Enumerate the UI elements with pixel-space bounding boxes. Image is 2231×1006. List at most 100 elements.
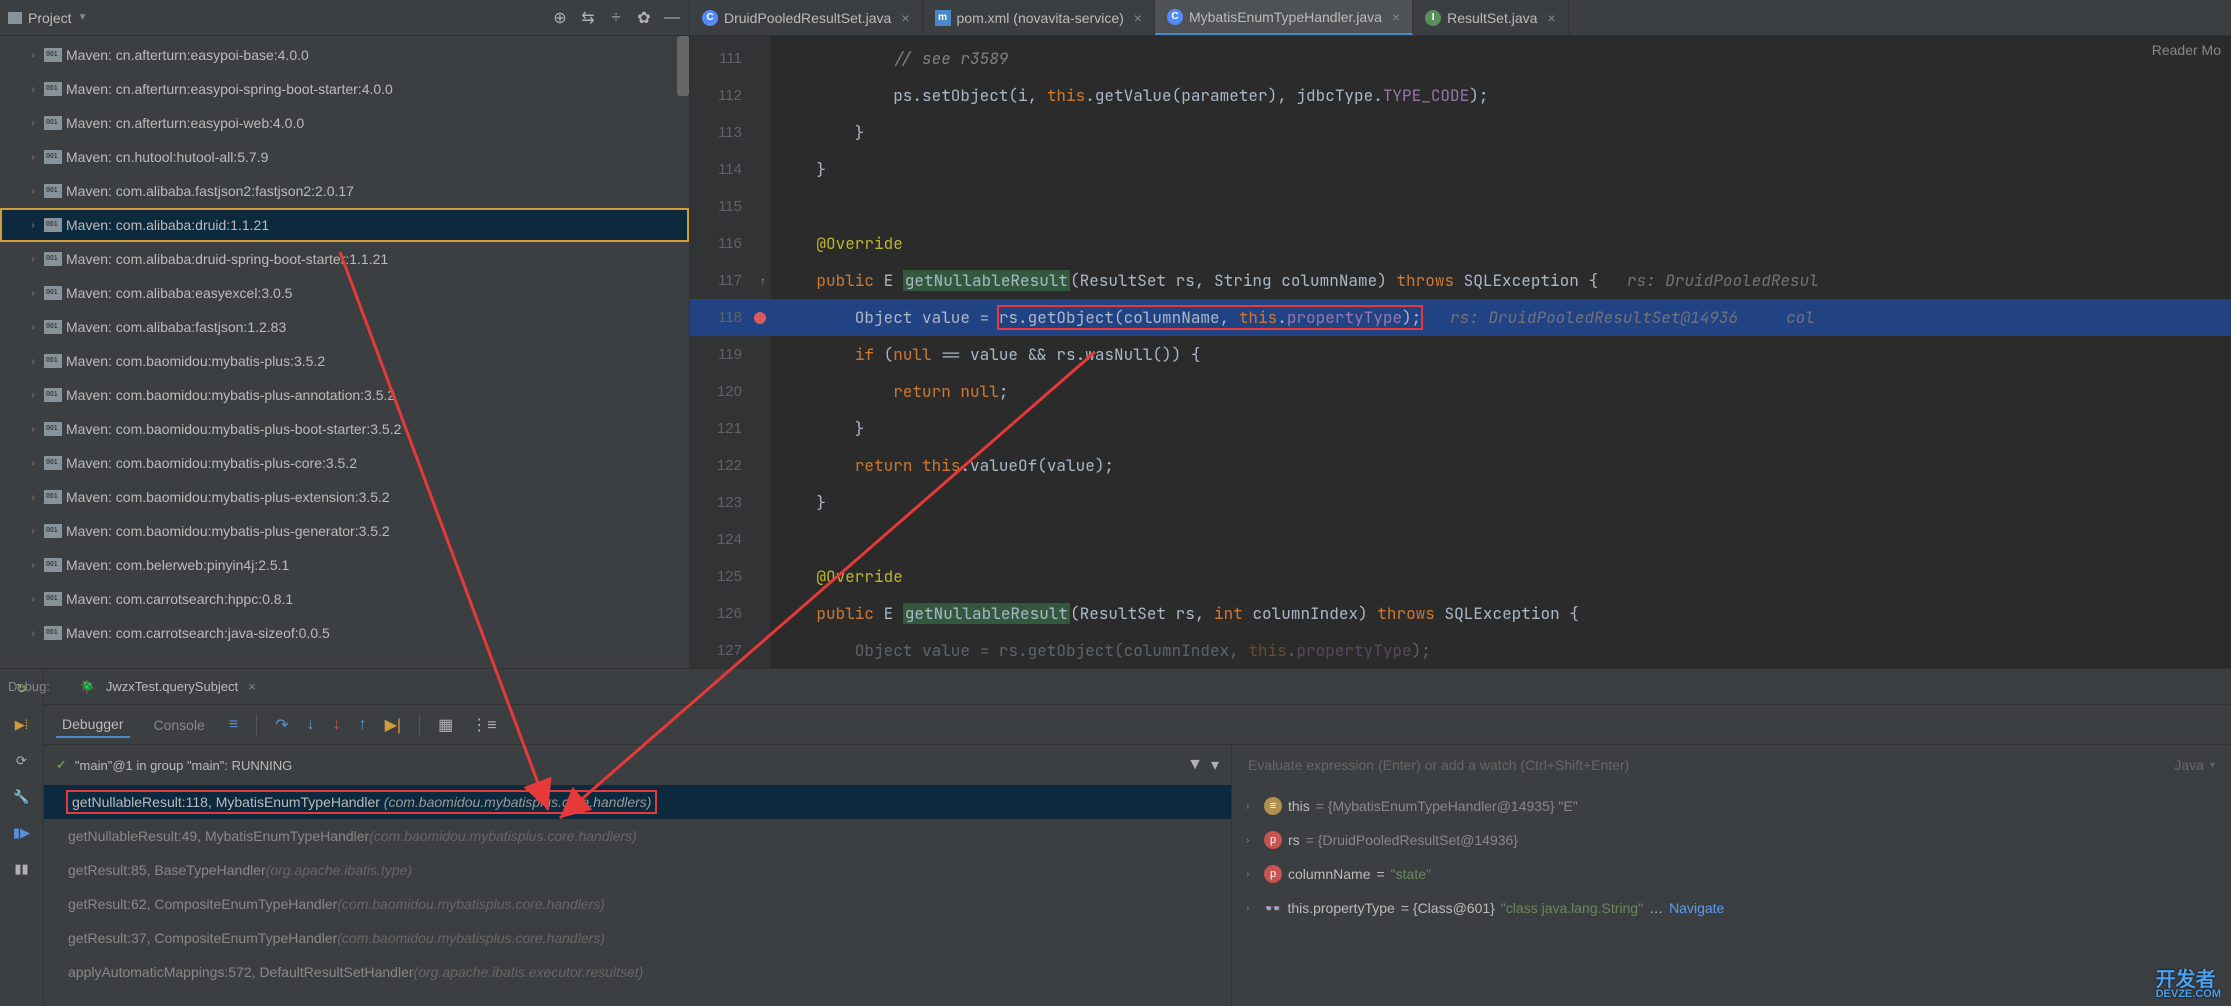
code-line[interactable]: if (null == value && rs.wasNull()) { xyxy=(770,336,2231,373)
resume-icon[interactable]: ⟳ xyxy=(12,751,32,771)
tree-item[interactable]: ›Maven: cn.afterturn:easypoi-base:4.0.0 xyxy=(0,38,689,72)
project-title[interactable]: Project ▼ xyxy=(8,10,87,26)
settings-icon[interactable]: ✿ xyxy=(635,9,653,27)
line-number[interactable]: 122 xyxy=(690,447,770,484)
chevron-right-icon[interactable]: › xyxy=(1246,903,1258,914)
filter-icon[interactable]: ▼ xyxy=(1187,756,1203,774)
tree-item[interactable]: ›Maven: com.baomidou:mybatis-plus:3.5.2 xyxy=(0,344,689,378)
tree-item[interactable]: ›Maven: com.baomidou:mybatis-plus-genera… xyxy=(0,514,689,548)
code-line[interactable]: // see r3589 xyxy=(770,40,2231,77)
run-to-cursor-icon[interactable]: ▶| xyxy=(385,715,401,735)
code-line[interactable]: @Override xyxy=(770,225,2231,262)
dropdown-icon[interactable]: ▾ xyxy=(1211,755,1219,775)
line-number[interactable]: 120 xyxy=(690,373,770,410)
override-marker-icon[interactable]: ↑ xyxy=(760,274,766,288)
close-icon[interactable]: × xyxy=(1547,10,1555,26)
line-number[interactable]: 119 xyxy=(690,336,770,373)
code-line[interactable]: } xyxy=(770,114,2231,151)
line-number[interactable]: 115 xyxy=(690,188,770,225)
tree-item[interactable]: ›Maven: com.carrotsearch:java-sizeof:0.0… xyxy=(0,616,689,650)
line-number[interactable]: 114 xyxy=(690,151,770,188)
debug-session-name[interactable]: JwzxTest.querySubject xyxy=(106,679,238,694)
variable-row[interactable]: ›👓this.propertyType = {Class@601} "class… xyxy=(1232,891,2231,925)
code-line[interactable] xyxy=(770,521,2231,558)
code-line[interactable]: return null; xyxy=(770,373,2231,410)
chevron-right-icon[interactable]: › xyxy=(1246,801,1258,812)
tree-item[interactable]: ›Maven: com.alibaba.fastjson2:fastjson2:… xyxy=(0,174,689,208)
locate-icon[interactable]: ⊕ xyxy=(551,9,569,27)
line-number[interactable]: 124 xyxy=(690,521,770,558)
stack-frame[interactable]: getNullableResult:118, MybatisEnumTypeHa… xyxy=(44,785,1231,819)
code-line[interactable]: Object value = rs.getObject(columnIndex,… xyxy=(770,632,2231,668)
tree-item[interactable]: ›Maven: com.baomidou:mybatis-plus-core:3… xyxy=(0,446,689,480)
collapse-icon[interactable]: ÷ xyxy=(607,9,625,27)
expand-icon[interactable]: ⇆ xyxy=(579,9,597,27)
force-step-into-icon[interactable]: ↓ xyxy=(333,716,341,734)
stack-frame[interactable]: getResult:37, CompositeEnumTypeHandler (… xyxy=(44,921,1231,955)
editor-tab[interactable]: CDruidPooledResultSet.java× xyxy=(690,0,923,35)
modify-run-icon[interactable]: ▶⁞ xyxy=(12,715,32,735)
tree-item[interactable]: ›Maven: com.alibaba:druid-spring-boot-st… xyxy=(0,242,689,276)
tree-item[interactable]: ›Maven: com.baomidou:mybatis-plus-extens… xyxy=(0,480,689,514)
thread-label[interactable]: "main"@1 in group "main": RUNNING xyxy=(75,758,292,773)
line-number[interactable]: 116 xyxy=(690,225,770,262)
variable-row[interactable]: ›≡this = {MybatisEnumTypeHandler@14935} … xyxy=(1232,789,2231,823)
code-line[interactable]: Object value = rs.getObject(columnName, … xyxy=(770,299,2231,336)
editor-tab[interactable]: mpom.xml (novavita-service)× xyxy=(923,0,1155,35)
chevron-right-icon[interactable]: › xyxy=(1246,869,1258,880)
code-line[interactable]: } xyxy=(770,484,2231,521)
frames-list[interactable]: getNullableResult:118, MybatisEnumTypeHa… xyxy=(44,785,1231,1006)
threads-icon[interactable]: ≡ xyxy=(229,716,238,734)
variables-list[interactable]: ›≡this = {MybatisEnumTypeHandler@14935} … xyxy=(1232,785,2231,1006)
tab-debugger[interactable]: Debugger xyxy=(56,712,130,738)
stack-frame[interactable]: getResult:62, CompositeEnumTypeHandler (… xyxy=(44,887,1231,921)
tree-item[interactable]: ›Maven: cn.hutool:hutool-all:5.7.9 xyxy=(0,140,689,174)
editor-tab[interactable]: CMybatisEnumTypeHandler.java× xyxy=(1155,0,1413,35)
stop-icon[interactable]: ▮▮ xyxy=(12,859,32,879)
line-number[interactable]: 121 xyxy=(690,410,770,447)
line-number[interactable]: 117↑ xyxy=(690,262,770,299)
code-line[interactable]: } xyxy=(770,410,2231,447)
code-area[interactable]: // see r3589 ps.setObject(i, this.getVal… xyxy=(770,36,2231,668)
tree-item[interactable]: ›Maven: com.belerweb:pinyin4j:2.5.1 xyxy=(0,548,689,582)
line-number[interactable]: 118 xyxy=(690,299,770,336)
tree-item[interactable]: ›Maven: com.alibaba:fastjson:1.2.83 xyxy=(0,310,689,344)
project-tree[interactable]: ›Maven: cn.afterturn:easypoi-base:4.0.0›… xyxy=(0,36,689,668)
variable-row[interactable]: ›prs = {DruidPooledResultSet@14936} xyxy=(1232,823,2231,857)
line-number[interactable]: 127 xyxy=(690,632,770,668)
line-number[interactable]: 111 xyxy=(690,40,770,77)
code-line[interactable]: ps.setObject(i, this.getValue(parameter)… xyxy=(770,77,2231,114)
hide-icon[interactable]: — xyxy=(663,9,681,27)
wrench-icon[interactable]: 🔧 xyxy=(12,787,32,807)
tree-item[interactable]: ›Maven: cn.afterturn:easypoi-spring-boot… xyxy=(0,72,689,106)
close-icon[interactable]: × xyxy=(248,679,256,694)
line-number[interactable]: 123 xyxy=(690,484,770,521)
step-out-icon[interactable]: ↑ xyxy=(359,716,367,734)
scrollbar[interactable] xyxy=(677,36,689,96)
line-number[interactable]: 125 xyxy=(690,558,770,595)
stack-frame[interactable]: applyAutomaticMappings:572, DefaultResul… xyxy=(44,955,1231,989)
tree-item[interactable]: ›Maven: com.alibaba:easyexcel:3.0.5 xyxy=(0,276,689,310)
tree-item[interactable]: ›Maven: com.baomidou:mybatis-plus-annota… xyxy=(0,378,689,412)
code-line[interactable]: @Override xyxy=(770,558,2231,595)
code-line[interactable] xyxy=(770,188,2231,225)
stack-frame[interactable]: getNullableResult:49, MybatisEnumTypeHan… xyxy=(44,819,1231,853)
stack-frame[interactable]: getResult:85, BaseTypeHandler (org.apach… xyxy=(44,853,1231,887)
tab-console[interactable]: Console xyxy=(148,713,211,737)
close-icon[interactable]: × xyxy=(1392,9,1400,25)
tree-item[interactable]: ›Maven: com.alibaba:druid:1.1.21 xyxy=(0,208,689,242)
more-icon[interactable]: ⋮≡ xyxy=(471,715,496,735)
evaluate-input[interactable]: Evaluate expression (Enter) or add a wat… xyxy=(1232,745,2231,785)
code-line[interactable]: public E getNullableResult(ResultSet rs,… xyxy=(770,595,2231,632)
step-into-icon[interactable]: ↓ xyxy=(307,716,315,734)
code-line[interactable]: } xyxy=(770,151,2231,188)
code-line[interactable]: return this.valueOf(value); xyxy=(770,447,2231,484)
close-icon[interactable]: × xyxy=(1134,10,1142,26)
line-number[interactable]: 126 xyxy=(690,595,770,632)
eval-lang[interactable]: Java xyxy=(2174,757,2204,773)
pause-icon[interactable]: ▮▶ xyxy=(12,823,32,843)
code-line[interactable]: public E getNullableResult(ResultSet rs,… xyxy=(770,262,2231,299)
evaluate-icon[interactable]: ▦ xyxy=(438,715,453,735)
gutter[interactable]: 111112113114115116117↑118119120121122123… xyxy=(690,36,770,668)
close-icon[interactable]: × xyxy=(901,10,909,26)
